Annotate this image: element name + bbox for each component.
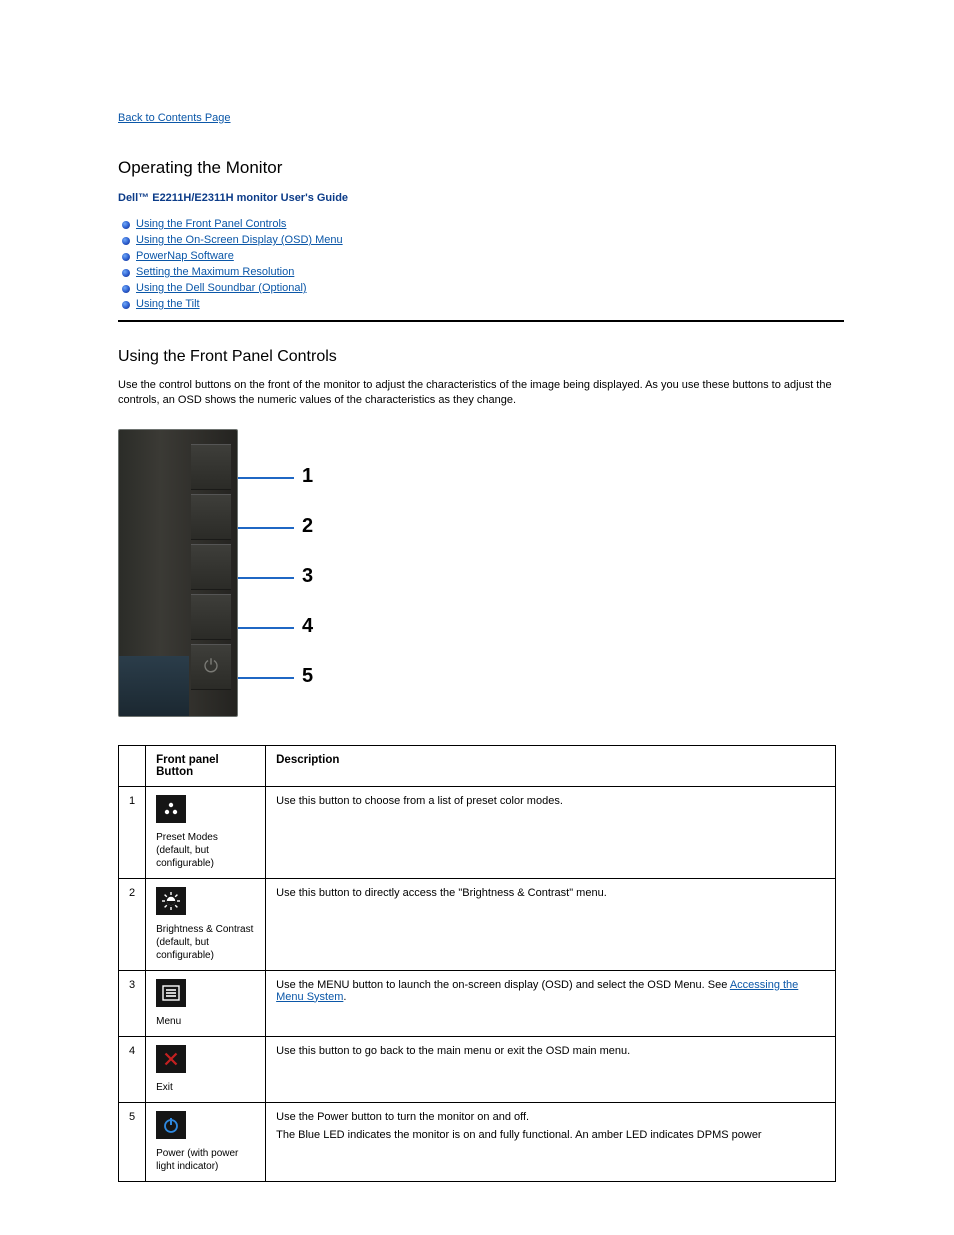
diagram-label-4: 4: [302, 615, 313, 638]
row-number: 4: [119, 1036, 146, 1102]
button-cell: Brightness & Contrast (default, but conf…: [146, 878, 266, 970]
table-header-blank: [119, 745, 146, 786]
table-row: 2 Brightness & Contrast (default, but co…: [119, 878, 836, 970]
power-icon: ⏻: [204, 656, 218, 677]
row-description: Use this button to directly access the "…: [266, 878, 836, 970]
desc-text: Use the MENU button to launch the on-scr…: [276, 979, 730, 991]
row-number: 1: [119, 786, 146, 878]
page-title: Operating the Monitor: [118, 158, 844, 178]
table-row: 4 Exit Use this button to go back to the…: [119, 1036, 836, 1102]
monitor-front-panel-image: ⏻: [118, 429, 238, 717]
power-icon: [156, 1111, 186, 1139]
exit-icon: [156, 1045, 186, 1073]
row-number: 5: [119, 1102, 146, 1181]
front-panel-buttons-table: Front panel Button Description 1 Preset …: [118, 745, 836, 1182]
button-cell: Exit: [146, 1036, 266, 1102]
button-label: Menu: [156, 1015, 255, 1028]
document-subtitle: Dell™ E2211H/E2311H monitor User's Guide: [118, 192, 844, 204]
row-description: Use this button to go back to the main m…: [266, 1036, 836, 1102]
table-header-description: Description: [266, 745, 836, 786]
toc-link-tilt[interactable]: Using the Tilt: [136, 298, 200, 310]
diagram-label-5: 5: [302, 665, 313, 688]
section-paragraph: Use the control buttons on the front of …: [118, 378, 844, 409]
section-heading-front-panel: Using the Front Panel Controls: [118, 348, 844, 366]
row-description: Use this button to choose from a list of…: [266, 786, 836, 878]
button-cell: Preset Modes (default, but configurable): [146, 786, 266, 878]
row-number: 3: [119, 970, 146, 1036]
toc-link-max-resolution[interactable]: Setting the Maximum Resolution: [136, 266, 294, 278]
front-panel-diagram: ⏻ 1 2 3 4 5: [118, 429, 316, 717]
toc-link-soundbar[interactable]: Using the Dell Soundbar (Optional): [136, 282, 307, 294]
panel-button-4: [191, 594, 231, 640]
button-cell: Power (with power light indicator): [146, 1102, 266, 1181]
divider: [118, 320, 844, 322]
row-description: Use the MENU button to launch the on-scr…: [266, 970, 836, 1036]
table-row: 1 Preset Modes (default, but configurabl…: [119, 786, 836, 878]
table-row: 5 Power (with power light indicator) Use…: [119, 1102, 836, 1181]
table-of-contents: Using the Front Panel Controls Using the…: [118, 218, 844, 310]
row-number: 2: [119, 878, 146, 970]
brightness-contrast-icon: [156, 887, 186, 915]
menu-icon: [156, 979, 186, 1007]
toc-link-osd-menu[interactable]: Using the On-Screen Display (OSD) Menu: [136, 234, 343, 246]
panel-button-2: [191, 494, 231, 540]
row-description: Use the Power button to turn the monitor…: [266, 1102, 836, 1181]
toc-link-front-panel[interactable]: Using the Front Panel Controls: [136, 218, 286, 230]
diagram-label-1: 1: [302, 465, 313, 488]
button-label: Power (with power light indicator): [156, 1147, 255, 1173]
button-label: Brightness & Contrast (default, but conf…: [156, 923, 255, 962]
panel-button-5: ⏻: [191, 644, 231, 690]
button-label: Preset Modes (default, but configurable): [156, 831, 255, 870]
diagram-label-2: 2: [302, 515, 313, 538]
table-header-button: Front panel Button: [146, 745, 266, 786]
back-to-contents-link[interactable]: Back to Contents Page: [118, 112, 231, 124]
preset-modes-icon: [156, 795, 186, 823]
button-label: Exit: [156, 1081, 255, 1094]
panel-button-1: [191, 444, 231, 490]
button-cell: Menu: [146, 970, 266, 1036]
desc-text: .: [343, 991, 346, 1003]
panel-button-3: [191, 544, 231, 590]
toc-link-powernap[interactable]: PowerNap Software: [136, 250, 234, 262]
diagram-label-3: 3: [302, 565, 313, 588]
table-row: 3 Menu Use the MENU button to launch the…: [119, 970, 836, 1036]
